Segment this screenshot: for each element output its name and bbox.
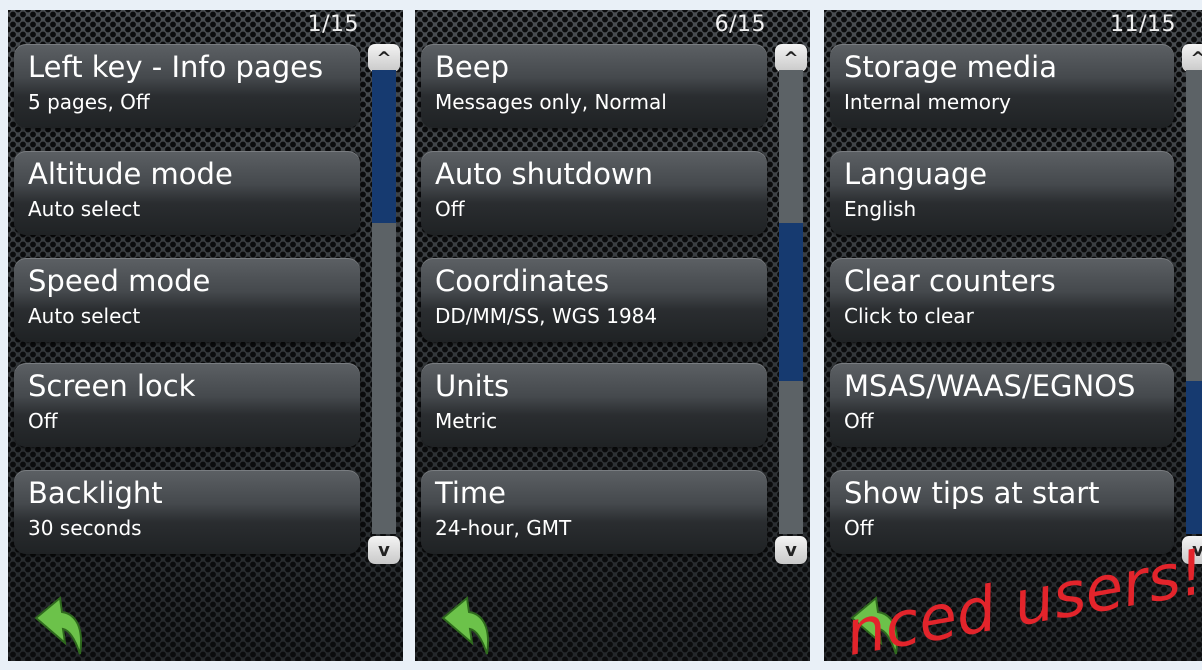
setting-time[interactable]: Time 24-hour, GMT bbox=[421, 470, 767, 554]
setting-beep[interactable]: Beep Messages only, Normal bbox=[421, 44, 767, 128]
setting-value: Metric bbox=[435, 409, 498, 433]
setting-title: Altitude mode bbox=[28, 157, 233, 191]
scroll-thumb[interactable] bbox=[779, 223, 803, 381]
page-counter: 1/15 bbox=[307, 12, 359, 37]
setting-value: Off bbox=[435, 197, 465, 221]
setting-title: Time bbox=[435, 476, 506, 510]
scrollbar[interactable]: ^ v bbox=[1182, 44, 1202, 564]
scrollbar[interactable]: ^ v bbox=[775, 44, 807, 564]
setting-title: Coordinates bbox=[435, 264, 610, 298]
setting-storage-media[interactable]: Storage media Internal memory bbox=[830, 44, 1174, 128]
setting-show-tips-at-start[interactable]: Show tips at start Off bbox=[830, 470, 1174, 554]
chevron-down-icon[interactable]: v bbox=[368, 536, 400, 564]
setting-title: Auto shutdown bbox=[435, 157, 654, 191]
setting-units[interactable]: Units Metric bbox=[421, 363, 767, 447]
page-counter: 6/15 bbox=[714, 12, 766, 37]
setting-msas-waas-egnos[interactable]: MSAS/WAAS/EGNOS Off bbox=[830, 363, 1174, 447]
setting-value: Messages only, Normal bbox=[435, 90, 667, 114]
setting-title: Clear counters bbox=[844, 264, 1056, 298]
setting-title: MSAS/WAAS/EGNOS bbox=[844, 369, 1136, 403]
setting-title: Units bbox=[435, 369, 510, 403]
chevron-down-icon[interactable]: v bbox=[775, 536, 807, 564]
setting-title: Storage media bbox=[844, 50, 1058, 84]
setting-coordinates[interactable]: Coordinates DD/MM/SS, WGS 1984 bbox=[421, 258, 767, 342]
scroll-track[interactable] bbox=[779, 70, 803, 534]
setting-language[interactable]: Language English bbox=[830, 151, 1174, 235]
setting-auto-shutdown[interactable]: Auto shutdown Off bbox=[421, 151, 767, 235]
setting-screen-lock[interactable]: Screen lock Off bbox=[14, 363, 360, 447]
scroll-thumb[interactable] bbox=[372, 70, 396, 224]
setting-value: Off bbox=[844, 516, 874, 540]
settings-panel-1: 1/15 Left key - Info pages 5 pages, Off … bbox=[8, 10, 403, 661]
setting-speed-mode[interactable]: Speed mode Auto select bbox=[14, 258, 360, 342]
setting-value: Click to clear bbox=[844, 304, 974, 328]
settings-panel-2: 6/15 Beep Messages only, Normal Auto shu… bbox=[415, 10, 810, 661]
setting-value: Internal memory bbox=[844, 90, 1012, 114]
scroll-track[interactable] bbox=[1186, 70, 1202, 534]
scroll-thumb[interactable] bbox=[1186, 380, 1202, 534]
back-arrow-icon[interactable] bbox=[437, 596, 495, 658]
setting-title: Backlight bbox=[28, 476, 163, 510]
setting-value: English bbox=[844, 197, 917, 221]
setting-title: Language bbox=[844, 157, 988, 191]
scrollbar[interactable]: ^ v bbox=[368, 44, 400, 564]
chevron-up-icon[interactable]: ^ bbox=[368, 44, 400, 72]
setting-value: 30 seconds bbox=[28, 516, 142, 540]
setting-clear-counters[interactable]: Clear counters Click to clear bbox=[830, 258, 1174, 342]
setting-title: Screen lock bbox=[28, 369, 196, 403]
setting-value: DD/MM/SS, WGS 1984 bbox=[435, 304, 658, 328]
back-arrow-icon[interactable] bbox=[30, 596, 88, 658]
page-counter: 11/15 bbox=[1110, 12, 1176, 37]
chevron-up-icon[interactable]: ^ bbox=[775, 44, 807, 72]
chevron-up-icon[interactable]: ^ bbox=[1182, 44, 1202, 72]
setting-title: Show tips at start bbox=[844, 476, 1100, 510]
setting-value: Off bbox=[844, 409, 874, 433]
setting-title: Speed mode bbox=[28, 264, 211, 298]
setting-value: Off bbox=[28, 409, 58, 433]
setting-left-key-info-pages[interactable]: Left key - Info pages 5 pages, Off bbox=[14, 44, 360, 128]
scroll-track[interactable] bbox=[372, 70, 396, 534]
setting-value: Auto select bbox=[28, 197, 141, 221]
setting-value: 24-hour, GMT bbox=[435, 516, 572, 540]
setting-value: Auto select bbox=[28, 304, 141, 328]
setting-title: Beep bbox=[435, 50, 509, 84]
setting-altitude-mode[interactable]: Altitude mode Auto select bbox=[14, 151, 360, 235]
setting-backlight[interactable]: Backlight 30 seconds bbox=[14, 470, 360, 554]
setting-value: 5 pages, Off bbox=[28, 90, 150, 114]
setting-title: Left key - Info pages bbox=[28, 50, 324, 84]
